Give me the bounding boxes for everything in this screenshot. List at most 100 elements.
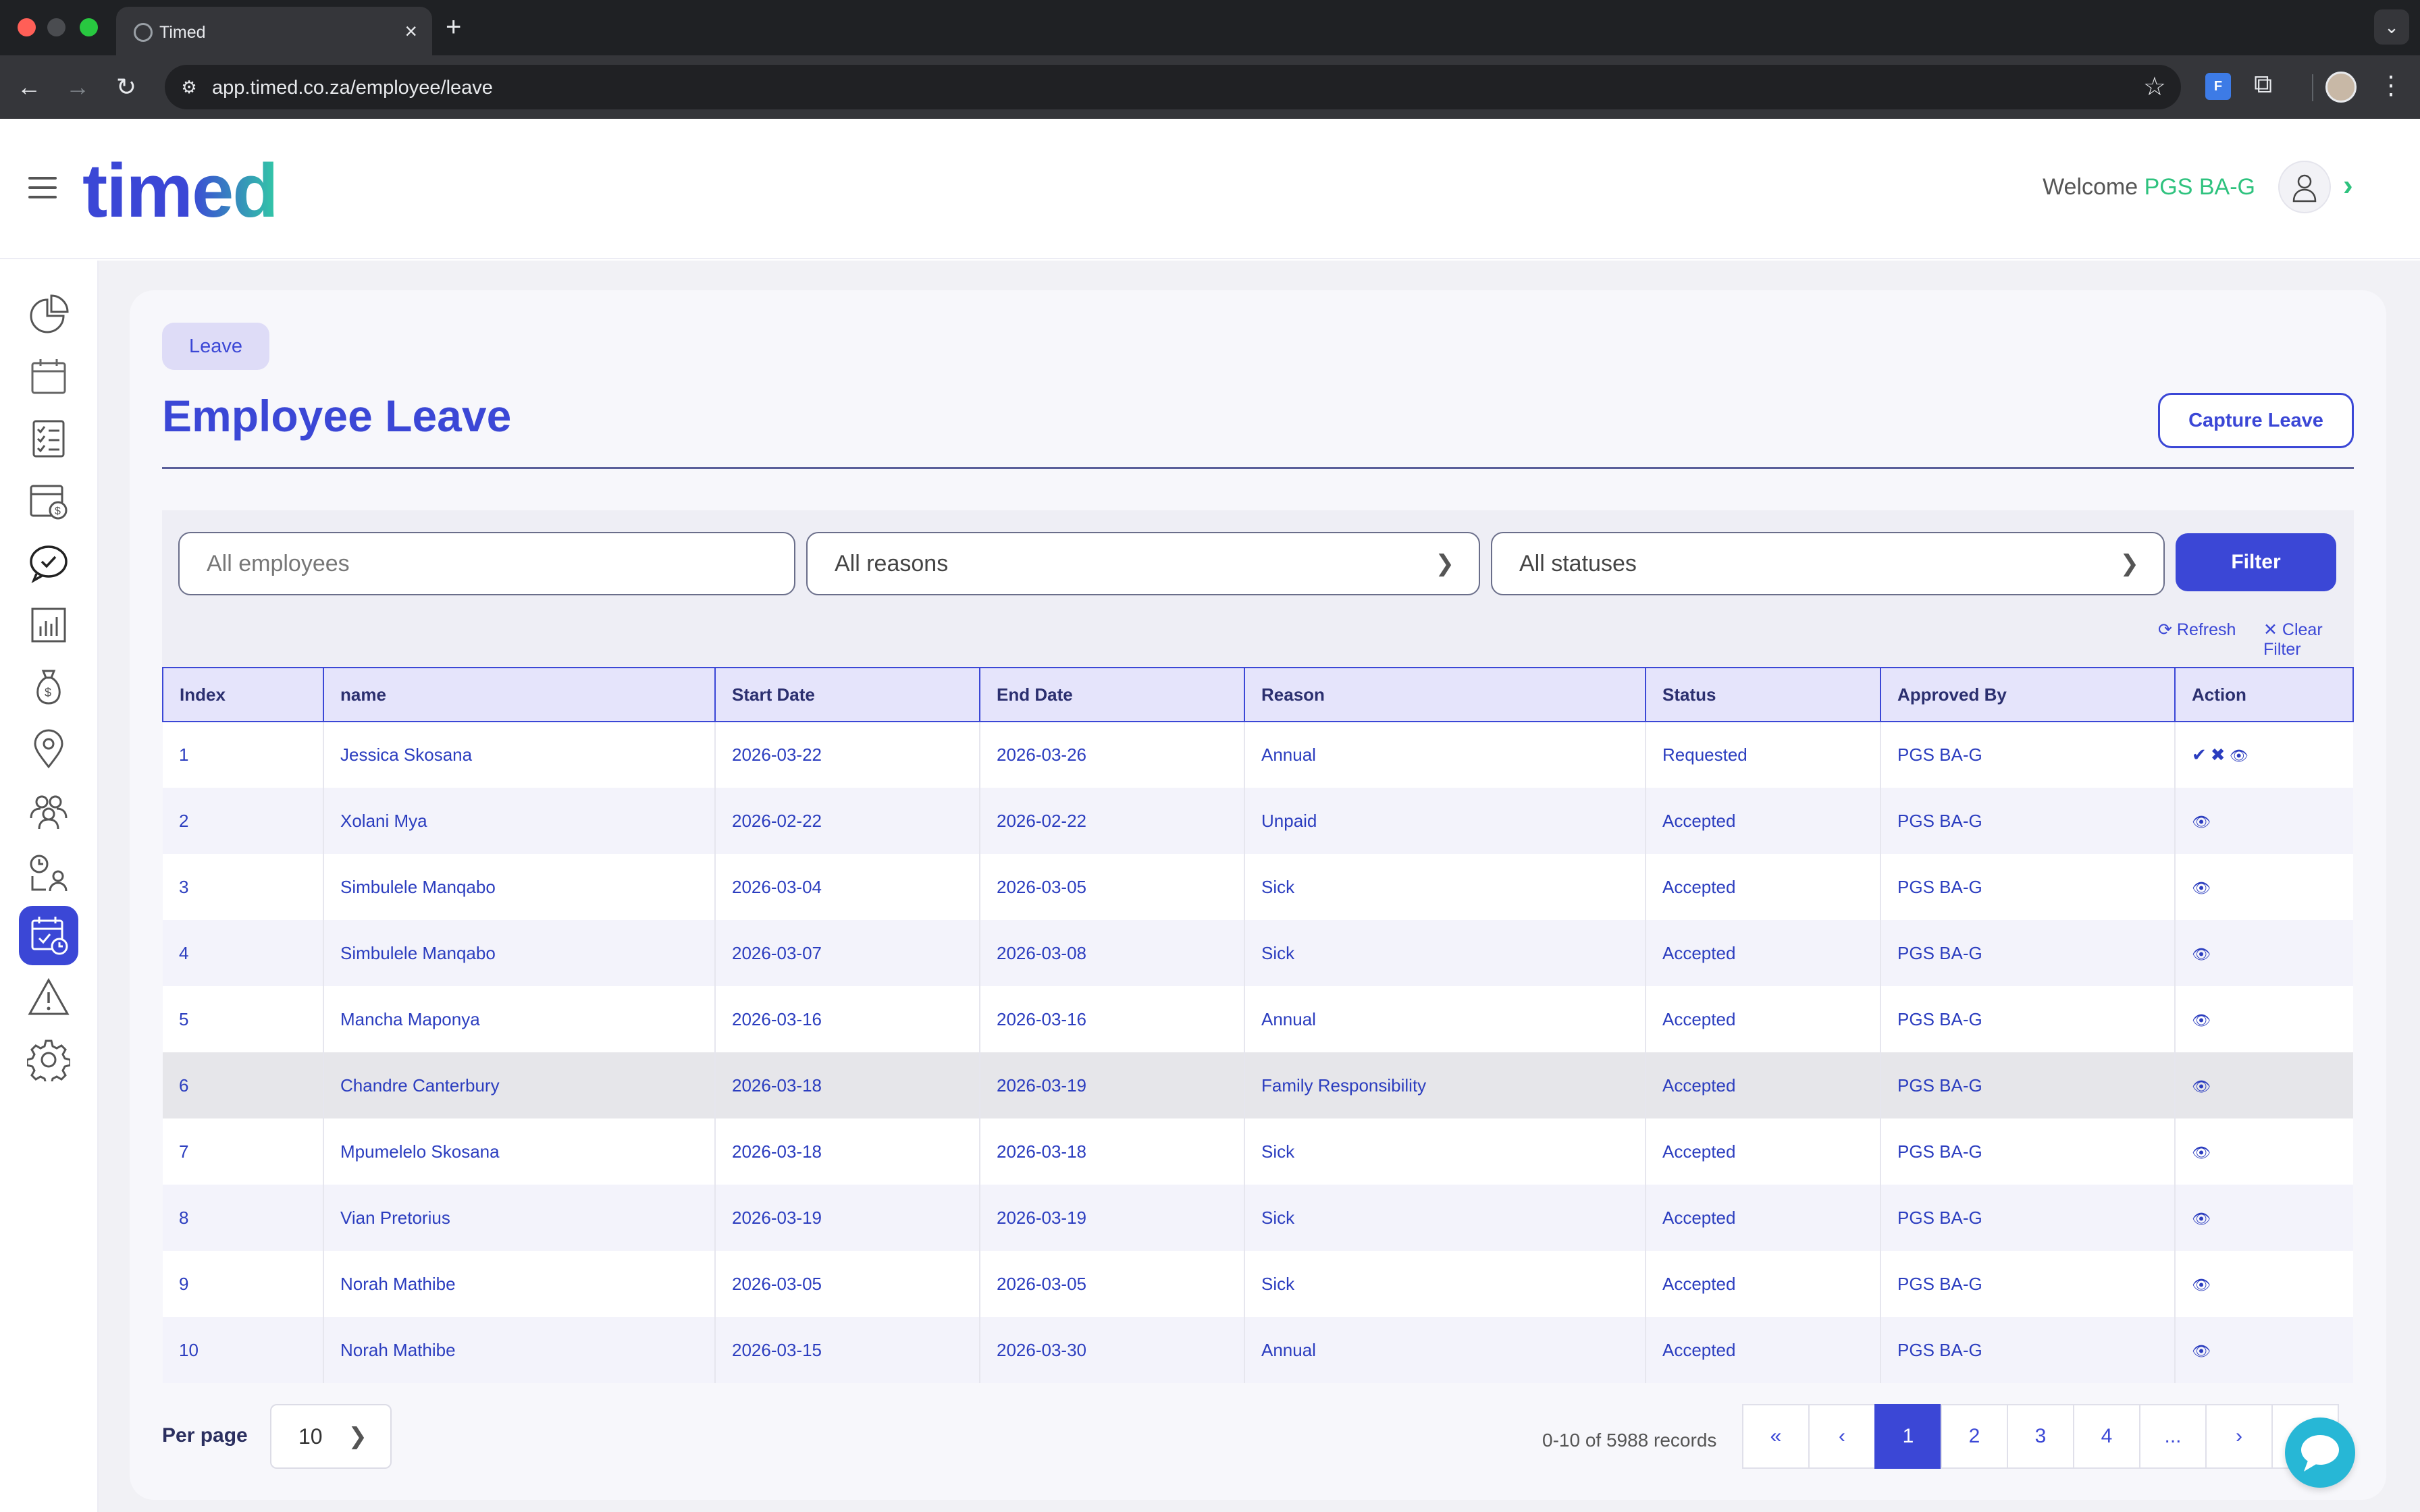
page-button-1[interactable]: 1 — [1874, 1404, 1942, 1469]
cell-name[interactable]: Mancha Maponya — [323, 986, 716, 1052]
view-eye-icon[interactable]: 👁 — [2230, 747, 2248, 765]
tab-close-icon[interactable]: × — [404, 19, 417, 43]
cell-name[interactable]: Norah Mathibe — [323, 1317, 716, 1383]
new-tab-button[interactable]: + — [446, 12, 461, 42]
profile-avatar[interactable] — [2325, 72, 2357, 103]
url-text[interactable]: app.timed.co.za/employee/leave — [212, 77, 493, 99]
table-row[interactable]: 3 Simbulele Manqabo 2026-03-04 2026-03-05 Si… — [163, 854, 2353, 920]
reject-icon[interactable]: ✖ — [2211, 745, 2226, 765]
extensions-puzzle-icon[interactable]: ⧉ — [2254, 70, 2272, 99]
view-eye-icon[interactable]: 👁 — [2192, 1012, 2211, 1029]
sidebar-item-messages[interactable] — [19, 533, 78, 593]
address-bar[interactable]: ⚙ app.timed.co.za/employee/leave ☆ — [165, 65, 2181, 109]
cell-start-date: 2026-03-16 — [715, 986, 980, 1052]
per-page-value: 10 — [298, 1424, 323, 1449]
window-close-button[interactable] — [18, 18, 36, 36]
cell-name[interactable]: Mpumelelo Skosana — [323, 1118, 716, 1185]
next-page-button[interactable]: › — [2205, 1404, 2273, 1469]
bookmark-star-icon[interactable]: ☆ — [2143, 72, 2166, 102]
view-eye-icon[interactable]: 👁 — [2192, 880, 2211, 897]
sidebar-item-shift-swaps[interactable] — [19, 844, 78, 903]
view-eye-icon[interactable]: 👁 — [2192, 813, 2211, 831]
reload-button[interactable]: ↻ — [109, 70, 143, 104]
sidebar-item-locations[interactable] — [19, 720, 78, 779]
breadcrumb[interactable]: Leave — [162, 323, 270, 370]
reason-select[interactable]: All reasons ❯ — [806, 532, 1480, 595]
site-settings-icon[interactable]: ⚙ — [173, 71, 205, 103]
column-header-end-date[interactable]: End Date — [979, 667, 1245, 722]
column-header-status[interactable]: Status — [1645, 667, 1881, 722]
column-header-index[interactable]: Index — [162, 667, 324, 722]
cell-name[interactable]: Chandre Canterbury — [323, 1052, 716, 1118]
cell-name[interactable]: Simbulele Manqabo — [323, 854, 716, 920]
cell-name[interactable]: Jessica Skosana — [323, 722, 716, 788]
sidebar-item-reports[interactable] — [19, 595, 78, 655]
column-header-approved-by[interactable]: Approved By — [1880, 667, 2176, 722]
table-row[interactable]: 1 Jessica Skosana 2026-03-22 2026-03-26 Annu… — [163, 722, 2353, 788]
sidebar-item-leave[interactable] — [19, 906, 78, 965]
page-button-2[interactable]: 2 — [1941, 1404, 2008, 1469]
column-header-reason[interactable]: Reason — [1244, 667, 1646, 722]
previous-page-button[interactable]: ‹ — [1808, 1404, 1876, 1469]
table-row[interactable]: 7 Mpumelelo Skosana 2026-03-18 2026-03-18 Si… — [163, 1118, 2353, 1185]
view-eye-icon[interactable]: 👁 — [2192, 946, 2211, 963]
sidebar-item-finance[interactable]: $ — [19, 657, 78, 717]
view-eye-icon[interactable]: 👁 — [2192, 1144, 2211, 1162]
refresh-link[interactable]: ⟳ Refresh — [2158, 620, 2236, 640]
table-row[interactable]: 6 Chandre Canterbury 2026-03-18 2026-03-19 F… — [163, 1052, 2353, 1118]
cell-name[interactable]: Simbulele Manqabo — [323, 920, 716, 986]
cell-name[interactable]: Vian Pretorius — [323, 1185, 716, 1251]
tab-title: Timed — [159, 23, 206, 42]
approve-icon[interactable]: ✔ — [2192, 745, 2207, 765]
first-page-button[interactable]: « — [1742, 1404, 1810, 1469]
tab-search-button[interactable]: ⌄ — [2374, 9, 2409, 45]
per-page-select[interactable]: 10 ❯ — [270, 1404, 392, 1469]
user-avatar[interactable] — [2278, 161, 2331, 213]
column-header-start-date[interactable]: Start Date — [714, 667, 980, 722]
sidebar-item-settings[interactable] — [19, 1030, 78, 1089]
browser-menu-icon[interactable]: ⋮ — [2378, 70, 2404, 101]
table-row[interactable]: 8 Vian Pretorius 2026-03-19 2026-03-19 Sick A… — [163, 1185, 2353, 1251]
chevron-right-icon[interactable]: › — [2343, 169, 2353, 202]
cell-start-date: 2026-03-05 — [715, 1251, 980, 1317]
sidebar-item-incidents[interactable] — [19, 968, 78, 1027]
sidebar-item-payroll-calendar[interactable]: $ — [19, 471, 78, 531]
hamburger-menu-icon[interactable] — [28, 177, 57, 205]
status-select[interactable]: All statuses ❯ — [1491, 532, 2165, 595]
sidebar-item-employees[interactable] — [19, 782, 78, 841]
table-row[interactable]: 5 Mancha Maponya 2026-03-16 2026-03-16 Annua… — [163, 986, 2353, 1052]
employee-filter-input[interactable]: All employees — [178, 532, 795, 595]
sidebar-item-calendar[interactable] — [19, 347, 78, 406]
table-row[interactable]: 10 Norah Mathibe 2026-03-15 2026-03-30 Annua… — [163, 1317, 2353, 1383]
cell-name[interactable]: Xolani Mya — [323, 788, 716, 854]
cell-name[interactable]: Norah Mathibe — [323, 1251, 716, 1317]
chat-bubble-icon — [2301, 1435, 2339, 1472]
cell-start-date: 2026-03-15 — [715, 1317, 980, 1383]
view-eye-icon[interactable]: 👁 — [2192, 1210, 2211, 1228]
timed-logo[interactable]: timed — [82, 147, 279, 234]
window-zoom-button[interactable] — [80, 18, 98, 36]
cell-action: 👁 — [2175, 1317, 2353, 1383]
filter-button[interactable]: Filter — [2176, 533, 2336, 591]
sidebar-item-tasks[interactable] — [19, 409, 78, 468]
clear-filter-link[interactable]: ✕ Clear Filter — [2263, 620, 2354, 659]
forward-button[interactable]: → — [61, 70, 95, 104]
back-button[interactable]: ← — [12, 70, 46, 104]
table-row[interactable]: 2 Xolani Mya 2026-02-22 2026-02-22 Unpaid Acc… — [163, 788, 2353, 854]
column-header-name[interactable]: name — [323, 667, 716, 722]
extension-icon[interactable]: F — [2205, 73, 2231, 100]
support-chat-button[interactable] — [2285, 1418, 2355, 1488]
browser-tab[interactable]: Timed × — [116, 7, 432, 55]
view-eye-icon[interactable]: 👁 — [2192, 1343, 2211, 1360]
cell-end-date: 2026-03-16 — [980, 986, 1245, 1052]
page-button-3[interactable]: 3 — [2007, 1404, 2074, 1469]
window-minimize-button[interactable] — [47, 18, 65, 36]
view-eye-icon[interactable]: 👁 — [2192, 1276, 2211, 1294]
page-button-4[interactable]: 4 — [2073, 1404, 2140, 1469]
table-row[interactable]: 4 Simbulele Manqabo 2026-03-07 2026-03-08 Si… — [163, 920, 2353, 986]
capture-leave-button[interactable]: Capture Leave — [2158, 393, 2354, 448]
table-row[interactable]: 9 Norah Mathibe 2026-03-05 2026-03-05 Sick Ac… — [163, 1251, 2353, 1317]
sidebar-item-dashboard[interactable] — [19, 285, 78, 344]
view-eye-icon[interactable]: 👁 — [2192, 1078, 2211, 1096]
cell-end-date: 2026-03-26 — [980, 722, 1245, 788]
